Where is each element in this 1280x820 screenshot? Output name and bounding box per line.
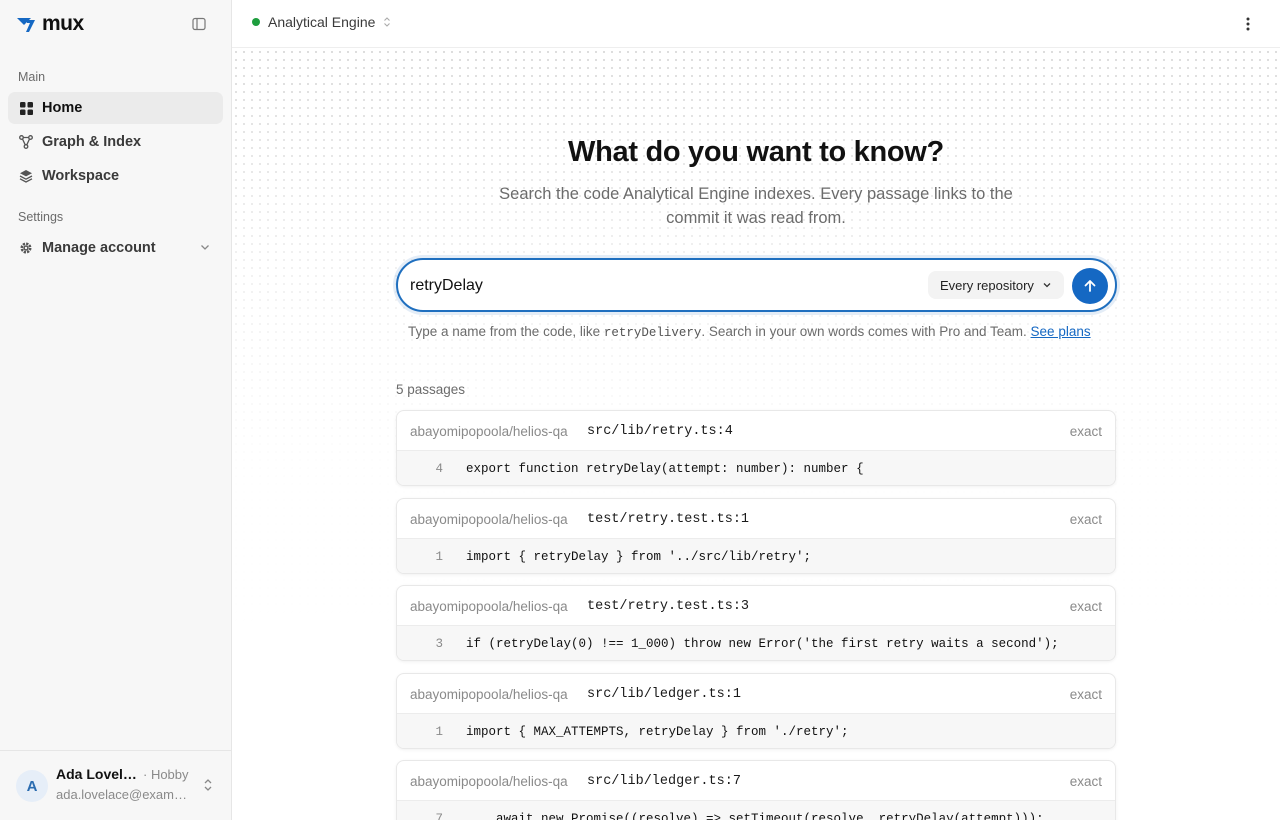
result-path-link[interactable]: test/retry.test.ts:3 xyxy=(587,599,749,614)
result-repo: abayomipopoola/helios-qa xyxy=(410,774,568,789)
gear-icon xyxy=(19,241,33,255)
result-code: 1 import { MAX_ATTEMPTS, retryDelay } fr… xyxy=(397,714,1115,748)
sidebar-collapse-button[interactable] xyxy=(190,15,208,33)
brand[interactable]: mux xyxy=(16,12,84,36)
sidebar-item-workspace[interactable]: Workspace xyxy=(8,160,223,192)
result-header: abayomipopoola/helios-qa src/lib/ledger.… xyxy=(397,761,1115,801)
graph-icon xyxy=(19,135,33,149)
result-card[interactable]: abayomipopoola/helios-qa src/lib/ledger.… xyxy=(396,673,1116,749)
user-name: Ada Lovelace xyxy=(56,766,142,782)
result-repo: abayomipopoola/helios-qa xyxy=(410,512,568,527)
more-options-button[interactable] xyxy=(1238,14,1258,34)
hint-middle: . Search in your own words comes with Pr… xyxy=(701,324,1031,339)
sidebar-item-manage-account[interactable]: Manage account xyxy=(8,232,223,264)
status-dot xyxy=(252,18,260,26)
search-hint: Type a name from the code, like retryDel… xyxy=(408,322,1098,343)
code-snippet: if (retryDelay(0) !== 1_000) throw new E… xyxy=(466,637,1059,651)
brand-name: mux xyxy=(42,12,84,35)
result-card[interactable]: abayomipopoola/helios-qa test/retry.test… xyxy=(396,585,1116,661)
result-card[interactable]: abayomipopoola/helios-qa src/lib/retry.t… xyxy=(396,410,1116,486)
see-plans-link[interactable]: See plans xyxy=(1031,324,1091,339)
page-subtitle: Search the code Analytical Engine indexe… xyxy=(499,185,1013,227)
hint-example: retryDelivery xyxy=(603,326,702,340)
mux-logo-icon xyxy=(17,18,35,32)
repository-select[interactable]: Every repository xyxy=(928,271,1064,299)
section-label-settings: Settings xyxy=(18,210,64,224)
line-number: 1 xyxy=(435,550,443,564)
results-count: 5 passages xyxy=(396,382,466,397)
more-vertical-icon xyxy=(1246,17,1250,31)
result-repo: abayomipopoola/helios-qa xyxy=(410,687,568,702)
layers-icon xyxy=(19,169,33,183)
match-badge: exact xyxy=(1069,599,1102,614)
result-header: abayomipopoola/helios-qa src/lib/retry.t… xyxy=(397,411,1115,451)
user-card[interactable]: A Ada Lovelace · Hobby ada.lovelace@exam… xyxy=(0,750,231,820)
hint-prefix: Type a name from the code, like xyxy=(408,324,604,339)
main-content: What do you want to know? Search the cod… xyxy=(232,48,1280,820)
repository-select-label: Every repository xyxy=(940,277,1034,293)
chevron-up-down-icon xyxy=(384,17,391,27)
search-submit-button[interactable] xyxy=(1072,268,1108,304)
sidebar-item-label: Manage account xyxy=(42,240,156,256)
match-badge: exact xyxy=(1069,512,1102,527)
code-snippet: export function retryDelay(attempt: numb… xyxy=(466,462,864,476)
result-code: 3 if (retryDelay(0) !== 1_000) throw new… xyxy=(397,626,1115,660)
result-code: 7 await new Promise((resolve) => setTime… xyxy=(397,801,1115,820)
topbar: Analytical Engine xyxy=(232,0,1280,48)
chevron-up-down-icon[interactable] xyxy=(203,777,213,793)
result-path-link[interactable]: src/lib/retry.ts:4 xyxy=(587,424,733,439)
result-repo: abayomipopoola/helios-qa xyxy=(410,424,568,439)
line-number: 3 xyxy=(435,637,443,651)
sidebar-item-label: Workspace xyxy=(42,168,120,184)
sidebar-item-graph-index[interactable]: Graph & Index xyxy=(8,126,223,158)
user-plan: · Hobby xyxy=(143,767,189,782)
section-label-main: Main xyxy=(18,70,46,84)
avatar: A xyxy=(16,770,48,802)
result-card[interactable]: abayomipopoola/helios-qa test/retry.test… xyxy=(396,498,1116,574)
result-path-link[interactable]: test/retry.test.ts:1 xyxy=(587,512,749,527)
result-path-link[interactable]: src/lib/ledger.ts:7 xyxy=(587,774,741,789)
result-header: abayomipopoola/helios-qa test/retry.test… xyxy=(397,586,1115,626)
page-title: What do you want to know? xyxy=(568,136,944,168)
line-number: 1 xyxy=(435,725,443,739)
line-number: 4 xyxy=(435,462,443,476)
result-repo: abayomipopoola/helios-qa xyxy=(410,599,568,614)
sidebar-item-label: Home xyxy=(42,100,83,116)
search-box: Every repository xyxy=(396,258,1117,312)
result-code: 1 import { retryDelay } from '../src/lib… xyxy=(397,539,1115,573)
result-code: 4 export function retryDelay(attempt: nu… xyxy=(397,451,1115,485)
chevron-down-icon xyxy=(201,245,209,250)
match-badge: exact xyxy=(1069,424,1102,439)
grid-icon xyxy=(19,101,33,115)
project-switcher[interactable]: Analytical Engine xyxy=(252,14,391,30)
line-number: 7 xyxy=(435,812,443,820)
sidebar: mux Main Home Graph & Index Workspace Se… xyxy=(0,0,232,820)
user-email: ada.lovelace@example.com xyxy=(56,787,194,802)
match-badge: exact xyxy=(1069,687,1102,702)
result-header: abayomipopoola/helios-qa test/retry.test… xyxy=(397,499,1115,539)
arrow-up-icon xyxy=(1084,280,1096,292)
code-snippet: import { retryDelay } from '../src/lib/r… xyxy=(466,550,812,564)
chevron-down-icon xyxy=(1043,283,1051,288)
code-snippet: import { MAX_ATTEMPTS, retryDelay } from… xyxy=(466,725,849,739)
match-badge: exact xyxy=(1069,774,1102,789)
result-path-link[interactable]: src/lib/ledger.ts:1 xyxy=(587,687,741,702)
sidebar-item-home[interactable]: Home xyxy=(8,92,223,124)
result-card[interactable]: abayomipopoola/helios-qa src/lib/ledger.… xyxy=(396,760,1116,820)
code-snippet: await new Promise((resolve) => setTimeou… xyxy=(466,812,1044,820)
sidebar-toggle-icon xyxy=(192,17,206,31)
result-header: abayomipopoola/helios-qa src/lib/ledger.… xyxy=(397,674,1115,714)
project-name: Analytical Engine xyxy=(268,14,376,30)
search-input[interactable] xyxy=(410,274,910,298)
sidebar-item-label: Graph & Index xyxy=(42,134,142,150)
